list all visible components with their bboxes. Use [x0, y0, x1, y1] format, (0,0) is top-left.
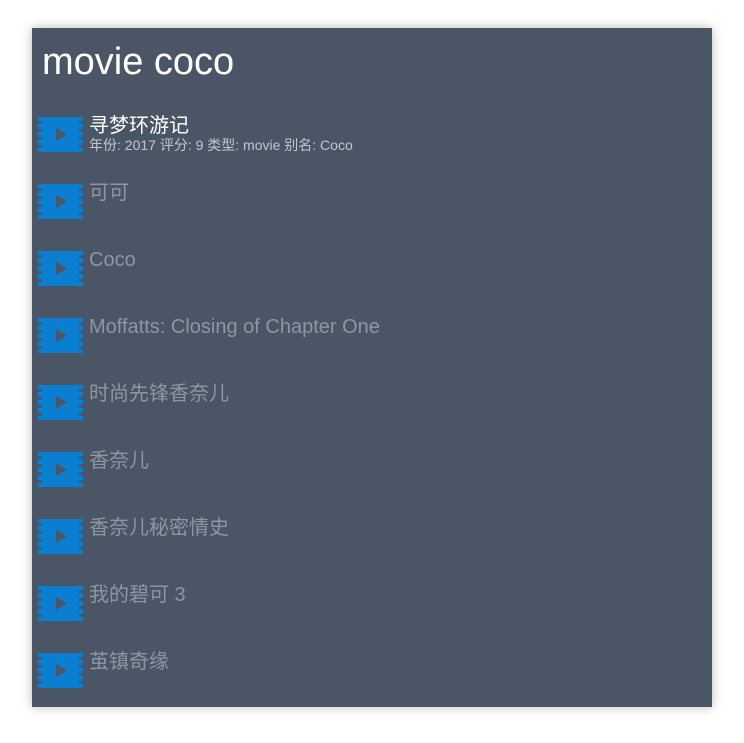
film-play-icon: [38, 385, 83, 420]
search-input[interactable]: [42, 40, 692, 84]
result-title: 茧镇奇缘: [89, 651, 169, 673]
result-item[interactable]: Coco: [32, 243, 712, 310]
result-item[interactable]: 时尚先锋香奈儿: [32, 377, 712, 444]
result-title: 时尚先锋香奈儿: [89, 383, 229, 405]
film-play-icon: [38, 184, 83, 219]
film-play-icon: [38, 452, 83, 487]
film-play-icon: [38, 586, 83, 621]
results-list: 寻梦环游记 年份: 2017 评分: 9 类型: movie 别名: Coco …: [32, 109, 712, 707]
result-title: 香奈儿秘密情史: [89, 517, 229, 539]
film-play-icon: [38, 519, 83, 554]
result-title: 寻梦环游记: [89, 115, 189, 137]
result-title: Moffatts: Closing of Chapter One: [89, 316, 380, 338]
result-item[interactable]: 香奈儿秘密情史: [32, 511, 712, 578]
launcher-panel: 寻梦环游记 年份: 2017 评分: 9 类型: movie 别名: Coco …: [32, 28, 712, 707]
result-item[interactable]: 茧镇奇缘: [32, 645, 712, 707]
result-item-selected[interactable]: 寻梦环游记 年份: 2017 评分: 9 类型: movie 别名: Coco: [32, 109, 712, 176]
result-title: 可可: [89, 182, 129, 204]
result-title: Coco: [89, 249, 136, 271]
film-play-icon: [38, 117, 83, 152]
film-play-icon: [38, 318, 83, 353]
result-title: 香奈儿: [89, 450, 149, 472]
result-item[interactable]: 我的碧可 3: [32, 578, 712, 645]
film-play-icon: [38, 251, 83, 286]
result-item[interactable]: 香奈儿: [32, 444, 712, 511]
result-subtitle: 年份: 2017 评分: 9 类型: movie 别名: Coco: [89, 137, 353, 153]
result-item[interactable]: Moffatts: Closing of Chapter One: [32, 310, 712, 377]
result-item[interactable]: 可可: [32, 176, 712, 243]
result-title: 我的碧可 3: [89, 584, 186, 606]
film-play-icon: [38, 653, 83, 688]
